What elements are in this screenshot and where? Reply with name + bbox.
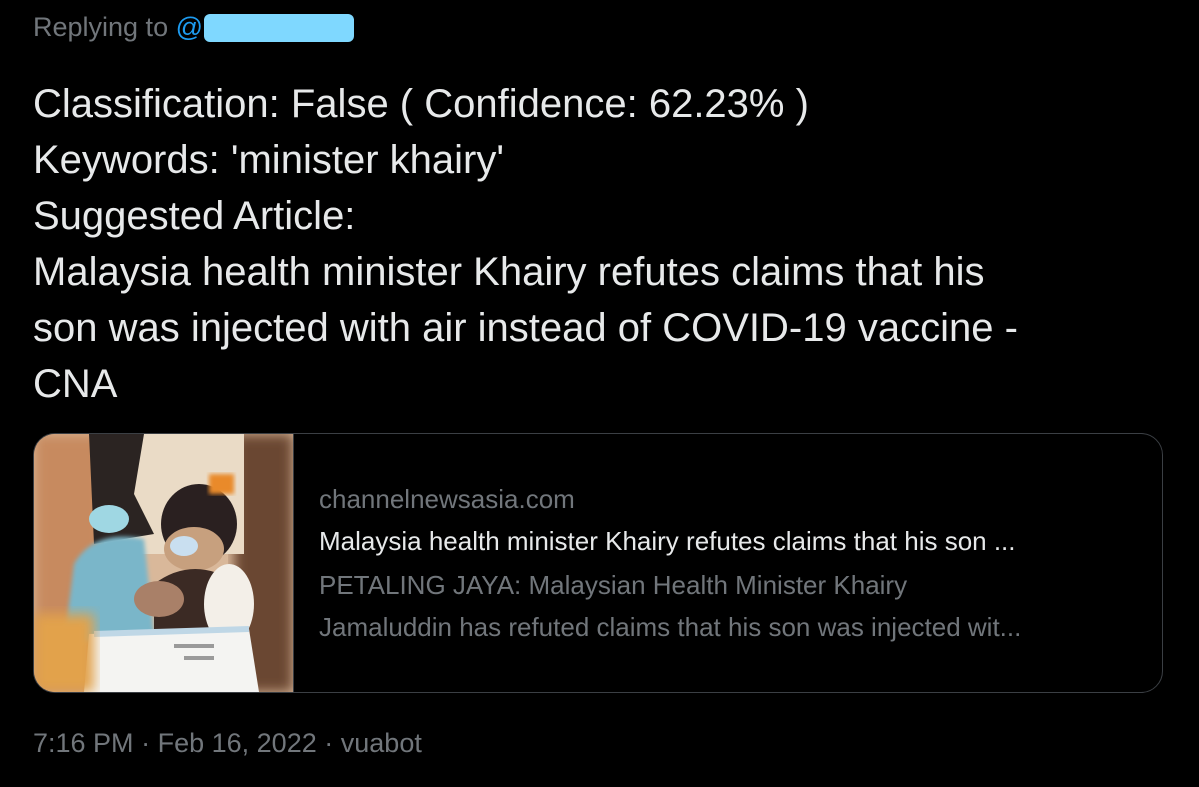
mention-at-sign: @ (175, 12, 204, 42)
article-thumbnail-image (34, 434, 294, 692)
tweet-date: Feb 16, 2022 (157, 728, 317, 758)
card-text-block: channelnewsasia.com Malaysia health mini… (319, 480, 1149, 648)
tweet-time: 7:16 PM (33, 728, 134, 758)
card-title: Malaysia health minister Khairy refutes … (319, 526, 1016, 556)
redacted-username (204, 14, 355, 42)
tweet-line-article-title-3: CNA (33, 362, 118, 406)
card-description-line-1: PETALING JAYA: Malaysian Health Minister… (319, 570, 908, 600)
tweet-line-keywords: Keywords: 'minister khairy' (33, 138, 504, 182)
replying-to-line: Replying to @ (33, 12, 355, 43)
tweet-line-suggested-article: Suggested Article: (33, 194, 356, 238)
card-description-line-2: Jamaluddin has refuted claims that his s… (319, 612, 1022, 642)
tweet-line-classification: Classification: False ( Confidence: 62.2… (33, 82, 809, 126)
link-preview-card[interactable]: channelnewsasia.com Malaysia health mini… (33, 433, 1163, 693)
replying-to-label: Replying to (33, 12, 169, 42)
tweet-line-article-title-1: Malaysia health minister Khairy refutes … (33, 250, 985, 294)
tweet-line-article-title-2: son was injected with air instead of COV… (33, 306, 1018, 350)
tweet-source-link[interactable]: vuabot (341, 728, 422, 758)
tweet-metadata: 7:16 PM · Feb 16, 2022 · vuabot (33, 728, 422, 759)
meta-separator: · (324, 728, 334, 758)
meta-separator: · (141, 728, 151, 758)
mention-link[interactable]: @ (175, 12, 355, 42)
tweet-text: Classification: False ( Confidence: 62.2… (33, 76, 1183, 412)
tweet-timestamp-link[interactable]: 7:16 PM · Feb 16, 2022 (33, 728, 317, 758)
card-domain: channelnewsasia.com (319, 484, 575, 514)
